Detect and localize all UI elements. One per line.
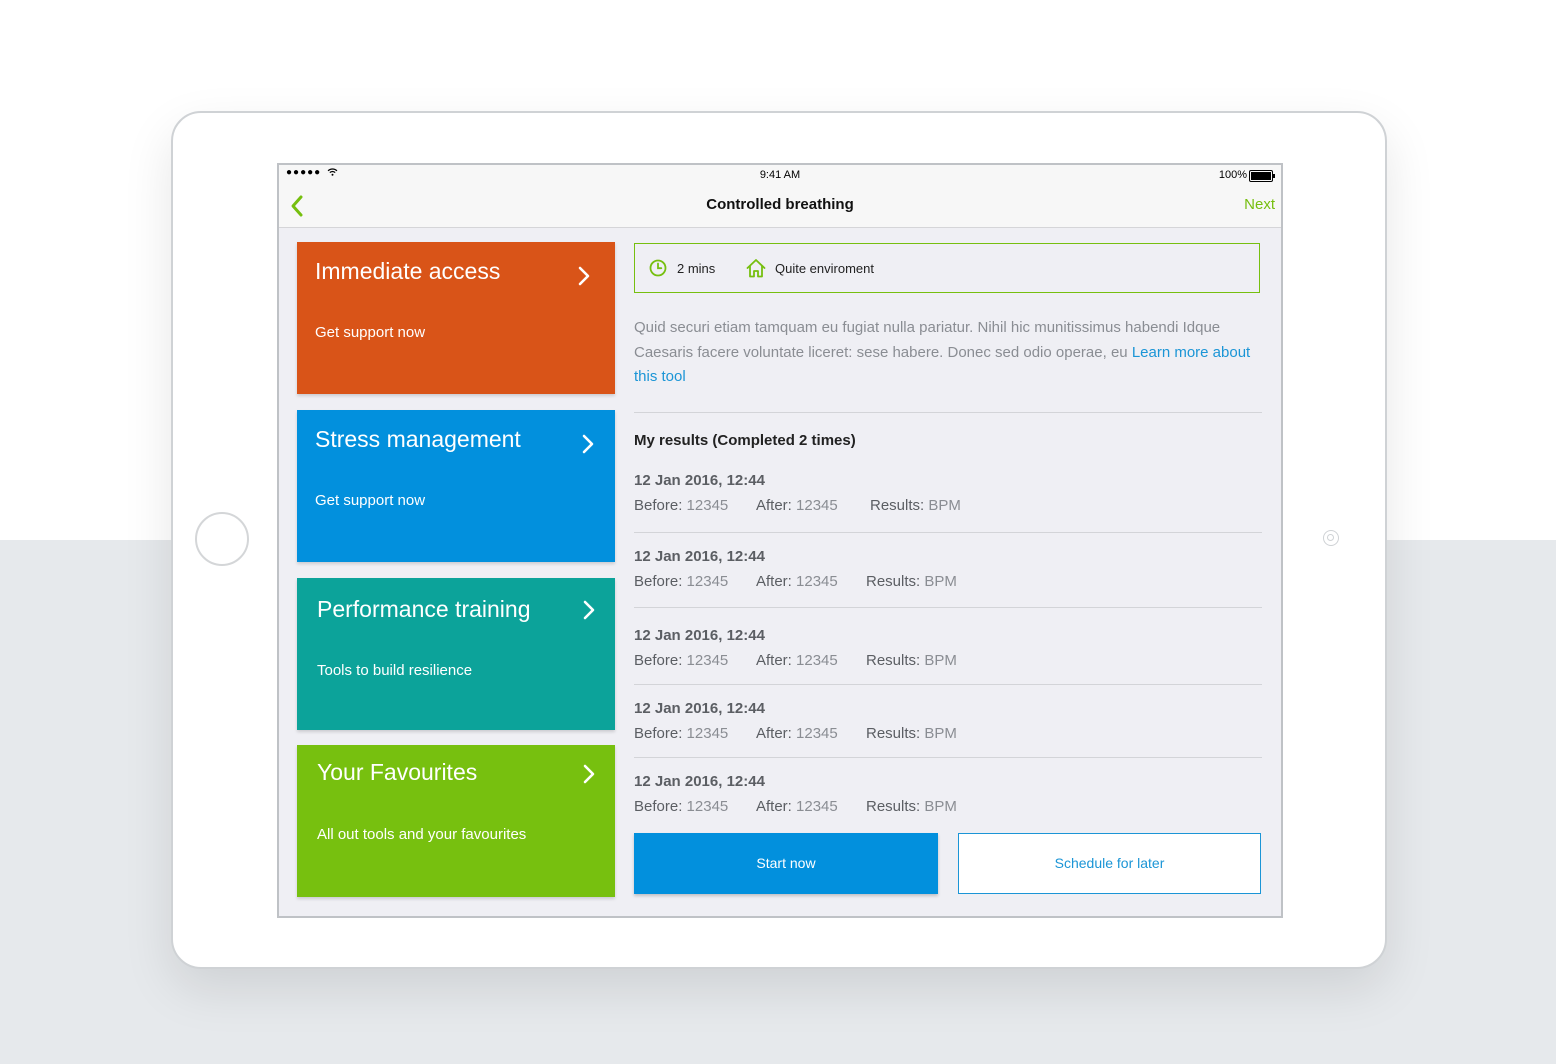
before-value: 12345 (686, 652, 729, 669)
after-label: After: (756, 725, 792, 742)
result-date: 12 Jan 2016, 12:44 (634, 548, 765, 565)
results-label: Results: (866, 798, 921, 815)
results-value: BPM (928, 497, 961, 514)
schedule-later-button[interactable]: Schedule for later (958, 833, 1261, 894)
divider (634, 757, 1262, 758)
chevron-right-icon (583, 764, 595, 784)
before-value: 12345 (686, 798, 729, 815)
before-label: Before: (634, 652, 683, 669)
result-date: 12 Jan 2016, 12:44 (634, 773, 765, 790)
result-row: 12 Jan 2016, 12:44 Before: 12345 After: … (634, 700, 1262, 760)
chevron-right-icon (578, 266, 590, 286)
status-time: 9:41 AM (759, 169, 801, 181)
tile-title: Stress management (315, 426, 521, 452)
page-title: Controlled breathing (706, 196, 854, 213)
app-screen: ●●●●● 9:41 AM 100% Controlled breathing … (277, 163, 1283, 918)
after-value: 12345 (796, 725, 838, 742)
before-label: Before: (634, 725, 683, 742)
clock-icon (649, 259, 667, 277)
battery-icon (1249, 170, 1275, 182)
tool-description: Quid securi etiam tamquam eu fugiat null… (634, 316, 1258, 390)
before-value: 12345 (686, 497, 729, 514)
before-value: 12345 (686, 725, 729, 742)
tile-subtitle: Get support now (315, 492, 426, 509)
results-label: Results: (870, 497, 925, 514)
duration-label: 2 mins (677, 261, 716, 276)
tile-title: Your Favourites (317, 759, 478, 785)
results-label: Results: (866, 573, 921, 590)
result-date: 12 Jan 2016, 12:44 (634, 472, 765, 489)
result-row: 12 Jan 2016, 12:44 Before: 12345 After: … (634, 548, 1262, 608)
divider (634, 607, 1262, 608)
divider (634, 412, 1262, 413)
results-heading: My results (Completed 2 times) (634, 432, 856, 449)
chevron-right-icon (583, 600, 595, 620)
start-now-button[interactable]: Start now (634, 833, 938, 894)
result-row: 12 Jan 2016, 12:44 Before: 12345 After: … (634, 472, 1262, 532)
result-row: 12 Jan 2016, 12:44 Before: 12345 After: … (634, 627, 1262, 687)
environment-label: Quite enviroment (775, 261, 874, 276)
battery-percent: 100% (1218, 169, 1247, 181)
results-value: BPM (924, 652, 957, 669)
next-button[interactable]: Next (1244, 196, 1275, 213)
after-label: After: (756, 798, 792, 815)
home-button[interactable] (195, 512, 249, 566)
before-label: Before: (634, 798, 683, 815)
results-label: Results: (866, 725, 921, 742)
status-bar: ●●●●● 9:41 AM 100% (279, 165, 1281, 185)
tool-info-box: 2 mins Quite enviroment (634, 243, 1260, 293)
results-value: BPM (924, 798, 957, 815)
after-label: After: (756, 573, 792, 590)
tile-your-favourites[interactable]: Your Favourites All out tools and your f… (297, 745, 615, 897)
divider (634, 684, 1262, 685)
tile-title: Performance training (317, 596, 531, 622)
tile-performance-training[interactable]: Performance training Tools to build resi… (297, 578, 615, 730)
chevron-right-icon (582, 434, 594, 454)
tile-subtitle: Get support now (315, 324, 426, 341)
after-value: 12345 (796, 573, 838, 590)
divider (634, 532, 1262, 533)
after-value: 12345 (796, 497, 838, 514)
after-label: After: (756, 652, 792, 669)
tile-title: Immediate access (315, 258, 501, 284)
after-value: 12345 (796, 798, 838, 815)
tile-subtitle: All out tools and your favourites (317, 826, 527, 843)
results-label: Results: (866, 652, 921, 669)
home-icon (746, 259, 766, 278)
result-row: 12 Jan 2016, 12:44 Before: 12345 After: … (634, 773, 1262, 833)
before-label: Before: (634, 573, 683, 590)
results-value: BPM (924, 573, 957, 590)
camera-icon (1323, 530, 1339, 546)
navigation-bar: Controlled breathing Next (279, 185, 1281, 228)
after-label: After: (756, 497, 792, 514)
tile-subtitle: Tools to build resilience (317, 662, 473, 679)
before-label: Before: (634, 497, 683, 514)
result-date: 12 Jan 2016, 12:44 (634, 700, 765, 717)
result-date: 12 Jan 2016, 12:44 (634, 627, 765, 644)
tile-immediate-access[interactable]: Immediate access Get support now (297, 242, 615, 394)
before-value: 12345 (686, 573, 729, 590)
results-value: BPM (924, 725, 957, 742)
after-value: 12345 (796, 652, 838, 669)
tile-stress-management[interactable]: Stress management Get support now (297, 410, 615, 562)
